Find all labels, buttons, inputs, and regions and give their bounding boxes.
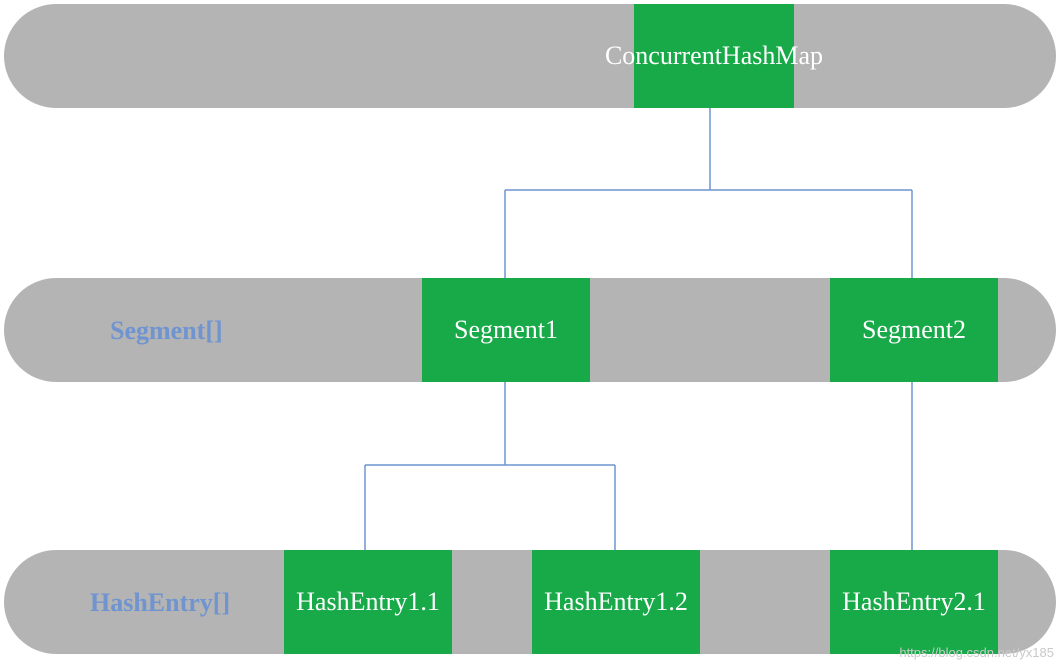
box-hashentry-1-2-label: HashEntry1.2 [544,586,688,617]
box-hashentry-1-1-label: HashEntry1.1 [296,586,440,617]
box-hashentry-1-1: HashEntry1.1 [284,550,452,654]
row-segments: Segment[] Segment1 Segment2 [4,278,1056,382]
box-concurrent-hashmap: ConcurrentHashMap [634,4,794,108]
box-segment2-label: Segment2 [862,314,966,345]
row-segments-label: Segment[] [110,316,223,346]
row-concurrent-hashmap: ConcurrentHashMap [4,4,1056,108]
box-segment1-label: Segment1 [454,314,558,345]
box-hashentry-2-1-label: HashEntry2.1 [842,586,986,617]
row-hashentries: HashEntry[] HashEntry1.1 HashEntry1.2 Ha… [4,550,1056,654]
box-hashentry-1-2: HashEntry1.2 [532,550,700,654]
box-concurrent-hashmap-label: ConcurrentHashMap [605,40,823,71]
row-hashentries-label: HashEntry[] [90,588,230,618]
box-segment2: Segment2 [830,278,998,382]
box-hashentry-2-1: HashEntry2.1 [830,550,998,654]
box-segment1: Segment1 [422,278,590,382]
watermark-text: https://blog.csdn.net/yx185 [899,645,1054,660]
